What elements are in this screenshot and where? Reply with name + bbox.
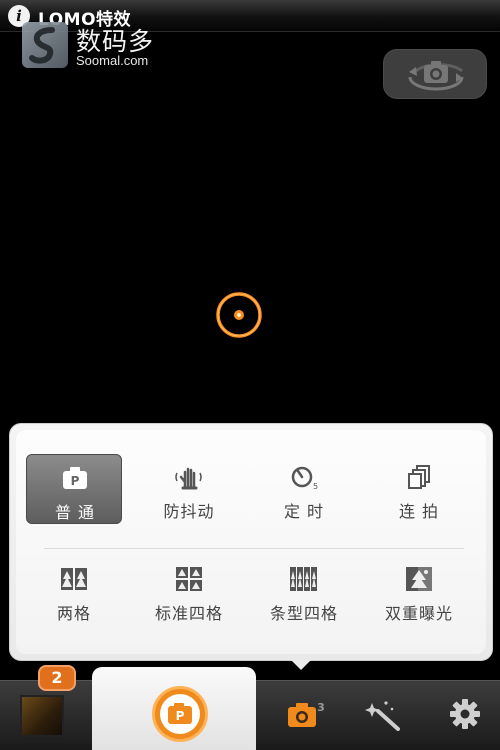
mode-two-grid[interactable]: 两格: [26, 556, 122, 626]
strip-four-icon: [290, 567, 317, 591]
panel-divider: [44, 548, 464, 549]
watermark: 数码多 Soomal.com: [22, 20, 172, 72]
mode-label: 防抖动: [163, 502, 215, 521]
mode-anti-shake[interactable]: 防抖动: [141, 454, 237, 524]
double-exposure-icon: [406, 567, 432, 591]
focus-ring-icon[interactable]: [214, 290, 264, 340]
shutter-inner: P: [160, 694, 200, 734]
mode-strip-four[interactable]: 条型四格: [256, 556, 352, 626]
hand-stabilize-icon: [175, 467, 202, 490]
burst-icon: [408, 465, 430, 489]
mode-label: 条型四格: [269, 604, 338, 623]
shutter-button[interactable]: P: [152, 686, 208, 742]
svg-text:5: 5: [313, 482, 318, 490]
timer-5-icon: 5: [291, 466, 318, 490]
mode-label: 普 通: [54, 503, 96, 522]
camera-mode-icon[interactable]: 3: [286, 697, 326, 731]
mode-label: 定 时: [283, 502, 325, 521]
gear-icon[interactable]: [448, 697, 482, 731]
watermark-site: Soomal.com: [76, 53, 149, 68]
watermark-logo: [22, 22, 68, 68]
mode-timer[interactable]: 5 定 时: [256, 454, 352, 524]
svg-text:P: P: [71, 474, 80, 488]
shooting-mode-panel-inner: P 普 通 防抖动 5 定 时 连 拍 两格 标准四格 条型四格 双重曝光: [16, 430, 486, 654]
four-grid-icon: [176, 567, 202, 591]
mode-normal[interactable]: P 普 通: [26, 454, 122, 524]
shutter-p-icon: P: [168, 703, 192, 724]
svg-text:P: P: [176, 709, 185, 723]
gallery-thumbnail[interactable]: [20, 695, 64, 737]
mode-label: 两格: [56, 604, 91, 623]
switch-camera-button[interactable]: [383, 49, 487, 99]
mode-label: 标准四格: [154, 604, 223, 623]
camera-p-icon: P: [63, 467, 87, 489]
mode-four-grid[interactable]: 标准四格: [141, 556, 237, 626]
svg-text:3: 3: [317, 701, 325, 714]
mode-label: 双重曝光: [384, 604, 453, 623]
panel-pointer: [291, 660, 311, 670]
shooting-mode-panel: P 普 通 防抖动 5 定 时 连 拍 两格 标准四格 条型四格 双重曝光: [9, 423, 493, 661]
two-grid-icon: [61, 568, 87, 590]
mode-label: 连 拍: [398, 502, 440, 521]
camera-switch-icon: [408, 61, 464, 91]
gallery-count-badge: 2: [38, 665, 76, 691]
mode-double-exposure[interactable]: 双重曝光: [371, 556, 467, 626]
mode-burst[interactable]: 连 拍: [371, 454, 467, 524]
magic-wand-icon[interactable]: [364, 697, 402, 731]
